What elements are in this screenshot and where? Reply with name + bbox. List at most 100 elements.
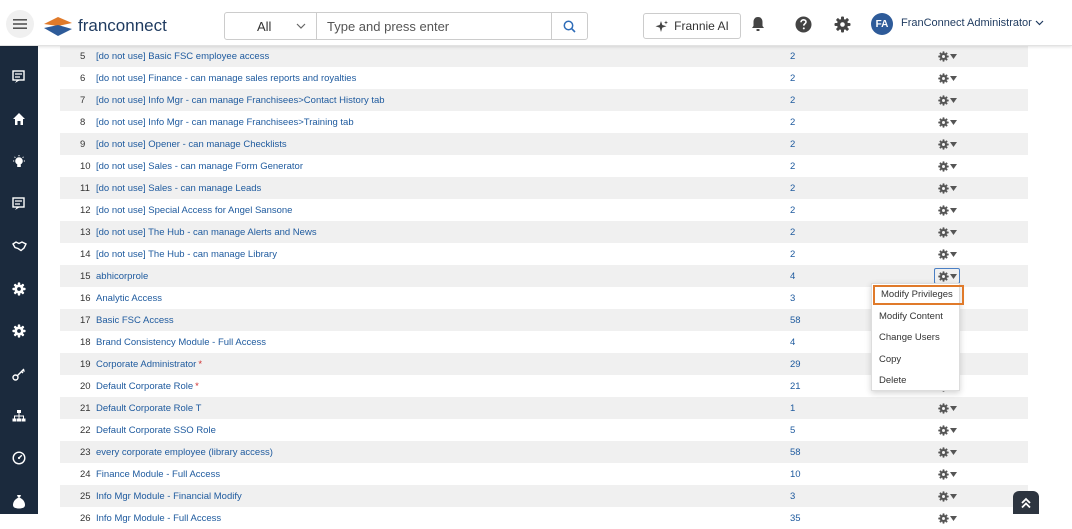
role-name-link[interactable]: Default Corporate Role * xyxy=(96,381,199,392)
row-actions-button[interactable] xyxy=(934,202,960,218)
row-number: 26 xyxy=(80,513,91,524)
role-name-link[interactable]: [do not use] Special Access for Angel Sa… xyxy=(96,205,294,216)
user-count-link[interactable]: 10 xyxy=(790,469,801,480)
role-name-link[interactable]: [do not use] Opener - can manage Checkli… xyxy=(96,139,289,150)
row-actions-button[interactable] xyxy=(934,70,960,86)
sidebar-item-dashboard[interactable] xyxy=(9,448,29,468)
row-actions-button[interactable] xyxy=(934,400,960,416)
sidebar-item-finance[interactable] xyxy=(9,491,29,511)
left-sidebar xyxy=(0,46,38,514)
user-count-link[interactable]: 35 xyxy=(790,513,801,524)
help-button[interactable] xyxy=(794,15,812,33)
role-name-link[interactable]: Info Mgr Module - Full Access xyxy=(96,513,223,524)
menu-item-change-users[interactable]: Change Users xyxy=(872,327,961,348)
row-actions-button[interactable] xyxy=(934,268,960,284)
user-count-link[interactable]: 58 xyxy=(790,447,801,458)
row-actions-button[interactable] xyxy=(934,48,960,64)
row-actions-button[interactable] xyxy=(934,488,960,504)
frannie-ai-button[interactable]: Frannie AI xyxy=(643,13,741,39)
hamburger-menu-button[interactable] xyxy=(6,10,34,38)
role-name-link[interactable]: [do not use] Sales - can manage Leads xyxy=(96,183,263,194)
user-count-link[interactable]: 2 xyxy=(790,51,795,62)
row-actions-button[interactable] xyxy=(934,136,960,152)
role-name-link[interactable]: every corporate employee (library access… xyxy=(96,447,275,458)
search-input[interactable] xyxy=(317,13,551,39)
user-count-link[interactable]: 2 xyxy=(790,183,795,194)
search-scope-select[interactable]: All xyxy=(225,13,317,39)
row-actions-button[interactable] xyxy=(934,510,960,526)
menu-item-modify-privileges[interactable]: Modify Privileges xyxy=(873,285,964,305)
settings-button[interactable] xyxy=(833,15,851,33)
row-actions-button[interactable] xyxy=(934,466,960,482)
notifications-button[interactable] xyxy=(749,15,767,33)
user-count-link[interactable]: 2 xyxy=(790,227,795,238)
user-count-link[interactable]: 21 xyxy=(790,381,801,392)
sidebar-item-messages[interactable] xyxy=(9,67,29,87)
sidebar-item-ideas[interactable] xyxy=(9,152,29,172)
role-name-link[interactable]: [do not use] Finance - can manage sales … xyxy=(96,73,358,84)
user-count-link[interactable]: 2 xyxy=(790,95,795,106)
role-name-link[interactable]: Info Mgr Module - Financial Modify xyxy=(96,491,244,502)
user-count-link[interactable]: 2 xyxy=(790,139,795,150)
row-actions-button[interactable] xyxy=(934,444,960,460)
row-actions-button[interactable] xyxy=(934,114,960,130)
role-name-link[interactable]: Corporate Administrator * xyxy=(96,359,202,370)
role-name-link[interactable]: Analytic Access xyxy=(96,293,164,304)
franconnect-logo[interactable]: franconnect xyxy=(42,12,167,40)
scroll-to-top-button[interactable] xyxy=(1013,491,1039,514)
user-count-link[interactable]: 2 xyxy=(790,117,795,128)
lightbulb-icon xyxy=(13,155,25,167)
sidebar-item-forums[interactable] xyxy=(9,194,29,214)
user-count-link[interactable]: 3 xyxy=(790,293,795,304)
role-name-link[interactable]: [do not use] Info Mgr - can manage Franc… xyxy=(96,117,356,128)
home-icon xyxy=(13,113,25,125)
row-actions-button[interactable] xyxy=(934,180,960,196)
user-count-link[interactable]: 2 xyxy=(790,73,795,84)
role-name-link[interactable]: Finance Module - Full Access xyxy=(96,469,222,480)
role-name-link[interactable]: [do not use] The Hub - can manage Alerts… xyxy=(96,227,319,238)
user-count-link[interactable]: 58 xyxy=(790,315,801,326)
user-count-link[interactable]: 5 xyxy=(790,425,795,436)
role-name-link[interactable]: [do not use] Basic FSC employee access xyxy=(96,51,271,62)
user-count-link[interactable]: 4 xyxy=(790,271,795,282)
table-row: 9 [do not use] Opener - can manage Checkl… xyxy=(60,133,1028,155)
chevron-down-icon xyxy=(1035,20,1044,26)
role-name: Brand Consistency Module - Full Access xyxy=(96,337,267,348)
role-name-link[interactable]: Default Corporate SSO Role xyxy=(96,425,218,436)
gear-icon xyxy=(937,424,949,436)
caret-down-icon xyxy=(949,141,957,147)
user-count-link[interactable]: 1 xyxy=(790,403,795,414)
user-count-link[interactable]: 4 xyxy=(790,337,795,348)
role-name-link[interactable]: Brand Consistency Module - Full Access xyxy=(96,337,268,348)
menu-item-modify-content[interactable]: Modify Content xyxy=(872,306,961,327)
sidebar-item-partners[interactable] xyxy=(9,236,29,256)
user-count-link[interactable]: 2 xyxy=(790,161,795,172)
row-actions-button[interactable] xyxy=(934,158,960,174)
role-name-link[interactable]: [do not use] Sales - can manage Form Gen… xyxy=(96,161,305,172)
caret-down-icon xyxy=(949,449,957,455)
sidebar-item-settings[interactable] xyxy=(9,279,29,299)
user-avatar[interactable]: FA xyxy=(871,13,893,35)
role-name-link[interactable]: Default Corporate Role T xyxy=(96,403,203,414)
row-actions-button[interactable] xyxy=(934,422,960,438)
search-button[interactable] xyxy=(551,13,587,39)
menu-item-delete[interactable]: Delete xyxy=(872,370,961,391)
table-row: 6 [do not use] Finance - can manage sales… xyxy=(60,67,1028,89)
user-count-link[interactable]: 2 xyxy=(790,249,795,260)
menu-item-copy[interactable]: Copy xyxy=(872,349,961,370)
user-count-link[interactable]: 2 xyxy=(790,205,795,216)
role-name-link[interactable]: abhicorprole xyxy=(96,271,150,282)
role-name-link[interactable]: Basic FSC Access xyxy=(96,315,176,326)
row-actions-button[interactable] xyxy=(934,224,960,240)
user-menu-button[interactable]: FranConnect Administrator xyxy=(901,17,1044,29)
role-name-link[interactable]: [do not use] Info Mgr - can manage Franc… xyxy=(96,95,387,106)
sidebar-item-access[interactable] xyxy=(9,364,29,384)
row-actions-button[interactable] xyxy=(934,92,960,108)
user-count-link[interactable]: 3 xyxy=(790,491,795,502)
user-count-link[interactable]: 29 xyxy=(790,359,801,370)
sidebar-item-home[interactable] xyxy=(9,109,29,129)
role-name-link[interactable]: [do not use] The Hub - can manage Librar… xyxy=(96,249,279,260)
sidebar-item-configuration[interactable] xyxy=(9,321,29,341)
sidebar-item-hierarchy[interactable] xyxy=(9,406,29,426)
row-actions-button[interactable] xyxy=(934,246,960,262)
